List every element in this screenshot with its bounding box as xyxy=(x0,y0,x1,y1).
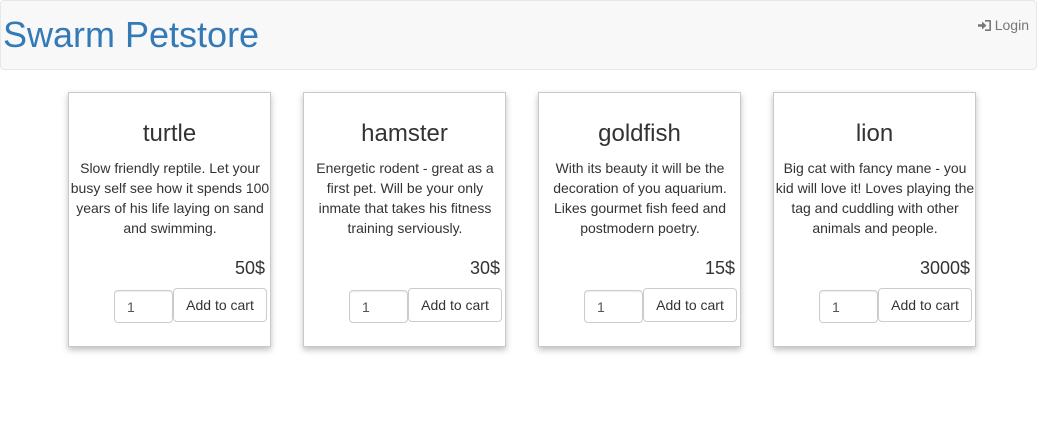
product-name: turtle xyxy=(142,120,197,147)
product-name: goldfish xyxy=(598,120,681,147)
product-description: With its beauty it will be the decoratio… xyxy=(553,160,727,236)
add-to-cart-button[interactable]: Add to cart xyxy=(643,288,737,322)
product-card-goldfish: goldfish With its beauty it will be the … xyxy=(538,92,741,347)
product-card-turtle: turtle Slow friendly reptile. Let your b… xyxy=(68,92,271,347)
product-price: 50$ xyxy=(234,258,265,278)
quantity-input[interactable] xyxy=(114,290,173,323)
quantity-input[interactable] xyxy=(819,290,878,323)
product-description: Big cat with fancy mane - you kid will l… xyxy=(775,160,975,236)
product-description: Energetic rodent - great as a first pet.… xyxy=(316,160,494,236)
brand-link[interactable]: Swarm Petstore xyxy=(3,14,259,56)
product-card-lion: lion Big cat with fancy mane - you kid w… xyxy=(773,92,976,347)
add-to-cart-button[interactable]: Add to cart xyxy=(878,288,972,322)
add-to-cart-button[interactable]: Add to cart xyxy=(408,288,502,322)
add-to-cart-button[interactable]: Add to cart xyxy=(173,288,267,322)
product-name: hamster xyxy=(361,120,448,147)
product-card-hamster: hamster Energetic rodent - great as a fi… xyxy=(303,92,506,347)
product-description: Slow friendly reptile. Let your busy sel… xyxy=(70,160,270,236)
login-label: Login xyxy=(994,17,1029,33)
product-price: 3000$ xyxy=(919,258,970,278)
product-name: lion xyxy=(855,120,894,147)
sign-in-icon xyxy=(977,19,991,31)
product-price: 30$ xyxy=(469,258,500,278)
quantity-input[interactable] xyxy=(349,290,408,323)
navbar: Swarm Petstore Login xyxy=(0,0,1037,70)
login-link[interactable]: Login xyxy=(977,16,1029,34)
quantity-input[interactable] xyxy=(584,290,643,323)
product-price: 15$ xyxy=(704,258,735,278)
